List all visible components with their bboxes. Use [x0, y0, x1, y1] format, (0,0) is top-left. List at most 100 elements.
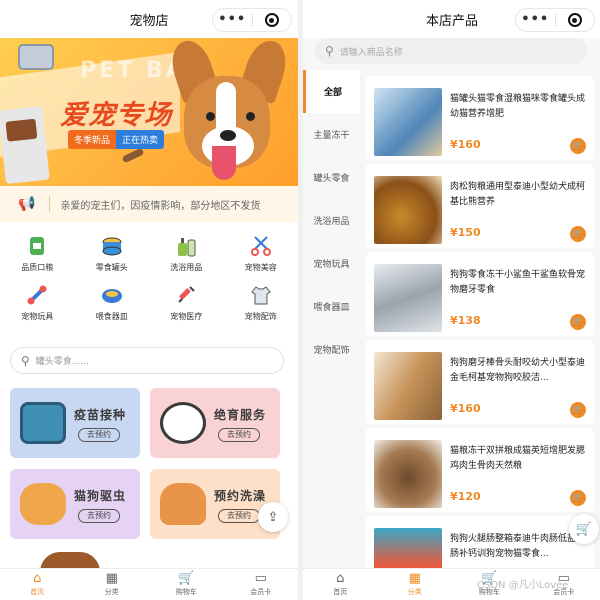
sidebar-item-all[interactable]: 全部 [303, 70, 360, 113]
bowl-icon [100, 283, 124, 307]
notice-bar[interactable]: 📢 亲爱的宠主们，因疫情影响，部分地区不发货 [0, 186, 298, 222]
product-name: 狗狗火腿肠整箱泰迪牛肉肠低盐香肠补钙训狗宠物猫零食... [450, 534, 586, 559]
tab-home[interactable]: ⌂ 首页 [0, 569, 75, 600]
product-image [374, 440, 442, 508]
add-to-cart-icon[interactable]: 🛒 [570, 314, 586, 330]
tag-hot: 正在热卖 [116, 130, 165, 149]
products-navbar: 本店产品 ••• [303, 0, 600, 38]
service-card-bath[interactable]: 预约洗澡 去预约 [150, 469, 280, 539]
product-image [374, 88, 442, 156]
cat-can-image [18, 44, 54, 70]
page-title: 本店产品 [425, 13, 478, 29]
page-title: 宠物店 [129, 13, 169, 29]
category-grooming[interactable]: 宠物美容 [224, 234, 299, 273]
tab-category[interactable]: ▦ 分类 [75, 569, 150, 600]
bone-image [121, 147, 145, 164]
product-image [374, 264, 442, 332]
search-icon: ⚲ [21, 353, 30, 368]
share-icon[interactable]: ⇪ [258, 502, 288, 532]
product-card[interactable]: 猫粮冻干双拼粮成猫英短增肥发腮鸡肉生骨肉天然粮 ¥120 🛒 [366, 428, 594, 512]
can-icon [100, 234, 124, 258]
product-search-input[interactable]: ⚲ 请输入商品名称 [315, 38, 587, 64]
notice-text: 亲爱的宠主们，因疫情影响，部分地区不发货 [60, 200, 261, 212]
add-to-cart-icon[interactable]: 🛒 [570, 138, 586, 154]
book-button[interactable]: 去预约 [218, 428, 260, 442]
book-button[interactable]: 去预约 [78, 509, 120, 523]
category-bath[interactable]: 洗浴用品 [149, 234, 224, 273]
product-name: 猫罐头猫零食湿粮猫咪零食罐头成幼猫营养增肥 [450, 94, 586, 119]
product-card[interactable]: 狗狗零食冻干小鲨鱼干鲨鱼软骨宠物磨牙零食 ¥138 🛒 [366, 252, 594, 336]
close-mini-program-icon[interactable] [556, 13, 595, 27]
add-to-cart-icon[interactable]: 🛒 [570, 226, 586, 242]
category-grid: 品质口粮 零食罐头 洗浴用品 宠物美容 宠物玩具 喂食器皿 宠物医疗 宠物配饰 [0, 234, 298, 322]
category-snacks[interactable]: 零食罐头 [75, 234, 150, 273]
grid-icon: ▦ [408, 571, 421, 586]
more-icon[interactable]: ••• [516, 10, 555, 30]
promo-banner[interactable]: PET BAR 爱宠专场 冬季新品 正在热卖 [0, 38, 298, 186]
tab-member[interactable]: ▭ 会员卡 [224, 569, 299, 600]
product-image [374, 352, 442, 420]
home-icon: ⌂ [33, 571, 42, 586]
mini-program-capsule: ••• [515, 8, 595, 32]
service-card-neuter[interactable]: 绝育服务 去预约 [150, 388, 280, 458]
tab-cart[interactable]: 🛒 购物车 [149, 569, 224, 600]
product-card[interactable]: 肉松狗粮通用型泰迪小型幼犬成柯基比熊营养 ¥150 🛒 [366, 164, 594, 248]
syringe-icon [174, 283, 198, 307]
category-food[interactable]: 品质口粮 [0, 234, 75, 273]
products-screen: 本店产品 ••• ⚲ 请输入商品名称 全部 主量冻干 罐头零食 洗浴用品 宠物玩… [303, 0, 600, 600]
megaphone-icon: 📢 [18, 196, 36, 212]
product-card[interactable]: 狗狗磨牙棒骨头耐咬幼犬小型泰迪金毛柯基宠物狗咬胶洁... ¥160 🛒 [366, 340, 594, 424]
toy-bone-icon [25, 283, 49, 307]
card-icon: ▭ [254, 571, 267, 586]
mini-program-capsule: ••• [212, 8, 292, 32]
add-to-cart-icon[interactable]: 🛒 [570, 402, 586, 418]
close-mini-program-icon[interactable] [253, 13, 292, 27]
add-to-cart-icon[interactable]: 🛒 [570, 490, 586, 506]
product-list: 猫罐头猫零食湿粮猫咪零食罐头成幼猫营养增肥 ¥160 🛒 肉松狗粮通用型泰迪小型… [366, 70, 596, 568]
shiba-illustration [20, 483, 66, 525]
tab-category[interactable]: ▦ 分类 [378, 569, 453, 600]
search-icon: ⚲ [325, 44, 334, 58]
product-name: 肉松狗粮通用型泰迪小型幼犬成柯基比熊营养 [450, 182, 586, 207]
clothes-icon [249, 283, 273, 307]
pet-carrier-illustration [20, 402, 66, 444]
cat-illustration [160, 402, 206, 444]
category-toys[interactable]: 宠物玩具 [0, 283, 75, 322]
product-price: ¥138 [450, 314, 481, 327]
tag-new: 冬季新品 [68, 130, 117, 149]
product-name: 狗狗零食冻干小鲨鱼干鲨鱼软骨宠物磨牙零食 [450, 270, 586, 295]
book-button[interactable]: 去预约 [78, 428, 120, 442]
sidebar-item-bath[interactable]: 洗浴用品 [303, 199, 360, 242]
banner-headline: 爱宠专场 [60, 100, 172, 131]
floating-cart-icon[interactable]: 🛒 [569, 514, 599, 544]
category-sidebar: 全部 主量冻干 罐头零食 洗浴用品 宠物玩具 喂食器皿 宠物配饰 [303, 70, 360, 568]
home-screen: 宠物店 ••• PET BAR 爱宠专场 冬季新品 正在热卖 📢 亲爱的宠主们，… [0, 0, 298, 600]
product-price: ¥150 [450, 226, 481, 239]
grooming-icon [249, 234, 273, 258]
corgi-illustration [160, 483, 206, 525]
product-card[interactable]: 猫罐头猫零食湿粮猫咪零食罐头成幼猫营养增肥 ¥160 🛒 [366, 76, 594, 160]
home-tabbar: ⌂ 首页 ▦ 分类 🛒 购物车 ▭ 会员卡 [0, 568, 298, 600]
search-placeholder: 罐头零食...... [35, 357, 89, 367]
product-card[interactable]: 狗狗火腿肠整箱泰迪牛肉肠低盐香肠补钙训狗宠物猫零食... [366, 516, 594, 568]
category-bowls[interactable]: 喂食器皿 [75, 283, 150, 322]
category-medical[interactable]: 宠物医疗 [149, 283, 224, 322]
product-price: ¥160 [450, 138, 481, 151]
service-card-vaccine[interactable]: 疫苗接种 去预约 [10, 388, 140, 458]
food-bag-icon [25, 234, 49, 258]
more-icon[interactable]: ••• [213, 10, 252, 30]
sidebar-item-freeze-dried[interactable]: 主量冻干 [303, 113, 360, 156]
tab-home[interactable]: ⌂ 首页 [303, 569, 378, 600]
product-image [374, 176, 442, 244]
service-card-deworm[interactable]: 猫狗驱虫 去预约 [10, 469, 140, 539]
home-search-input[interactable]: ⚲ 罐头零食...... [10, 347, 284, 374]
sidebar-item-toys[interactable]: 宠物玩具 [303, 242, 360, 285]
product-price: ¥120 [450, 490, 481, 503]
category-accessories[interactable]: 宠物配饰 [224, 283, 299, 322]
sidebar-item-bowls[interactable]: 喂食器皿 [303, 285, 360, 328]
product-name: 狗狗磨牙棒骨头耐咬幼犬小型泰迪金毛柯基宠物狗咬胶洁... [450, 358, 586, 383]
book-button[interactable]: 去预约 [218, 509, 260, 523]
sidebar-item-accessories[interactable]: 宠物配饰 [303, 328, 360, 371]
food-bag-image [0, 105, 50, 185]
sidebar-item-snacks[interactable]: 罐头零食 [303, 156, 360, 199]
